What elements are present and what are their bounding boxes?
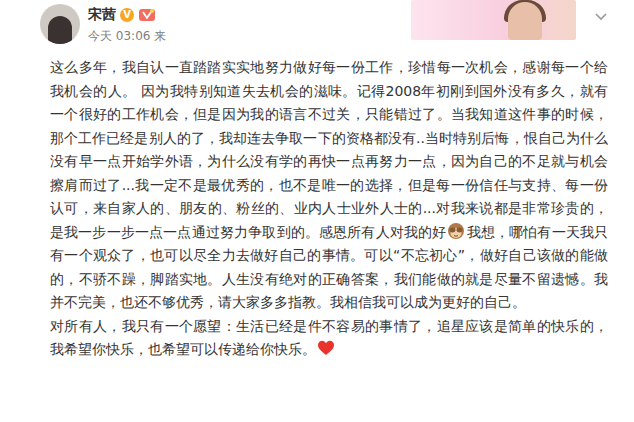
see-no-evil-monkey-icon	[447, 222, 465, 240]
name-row: 宋茜 V	[88, 6, 166, 24]
decoration-banner	[411, 0, 576, 40]
post-time: 今天 03:06 来	[88, 28, 166, 45]
member-level-icon	[138, 8, 156, 22]
avatar[interactable]	[40, 4, 80, 44]
paragraph: 这么多年，我自认一直踏踏实实地努力做好每一份工作，珍惜每一次机会，感谢每一个给我…	[50, 56, 608, 315]
avatar-photo	[48, 16, 72, 44]
post-body: 这么多年，我自认一直踏踏实实地努力做好每一份工作，珍惜每一次机会，感谢每一个给我…	[40, 54, 608, 362]
heart-icon	[317, 339, 335, 357]
banner-photo-face	[508, 2, 542, 40]
paragraph-text: 这么多年，我自认一直踏踏实实地努力做好每一份工作，珍惜每一次机会，感谢每一个给我…	[50, 59, 608, 240]
paragraph: 对所有人，我只有一个愿望：生活已经是件不容易的事情了，追星应该是简单的快乐的，我…	[50, 315, 608, 362]
post-meta: 宋茜 V 今天 03:06 来	[88, 4, 166, 45]
author-name[interactable]: 宋茜	[88, 6, 116, 24]
more-chevron-icon[interactable]	[594, 10, 608, 24]
verified-badge: V	[120, 8, 134, 22]
weibo-post: 宋茜 V 今天 03:06 来这么多年，我自认一直踏踏实实地努力做好每一份工作，珍惜…	[0, 0, 634, 422]
